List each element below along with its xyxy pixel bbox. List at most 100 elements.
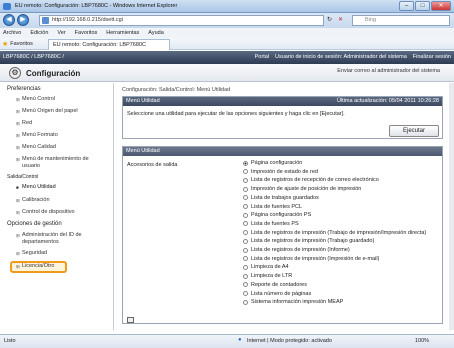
radio-icon[interactable]	[243, 186, 248, 192]
bullet-icon: ⊞	[16, 121, 20, 126]
panel-title: Menú Utilidad	[126, 98, 160, 104]
menu-edicion[interactable]: Edición	[30, 30, 48, 36]
radio-icon[interactable]	[243, 221, 248, 227]
back-button[interactable]: ◀	[3, 14, 15, 26]
bullet-icon: ⊞	[16, 264, 20, 269]
bullet-icon: ⊞	[16, 251, 20, 256]
options-title: Menú Utilidad	[126, 148, 160, 154]
radio-option[interactable]: Limpieza de LTR	[243, 273, 292, 279]
page-icon	[42, 17, 49, 24]
sidebar-item-calidad[interactable]: Menú Calidad	[22, 144, 56, 150]
bullet-icon: ⊞	[16, 145, 20, 150]
app-header: LBP7680C / LBP7680C / Portal Usuario de …	[0, 51, 454, 64]
window-controls: – □ ✕	[399, 1, 451, 11]
zoom-level[interactable]: 100%	[415, 338, 429, 344]
sidebar-item-control-dispositivo[interactable]: Control de dispositivo	[22, 209, 75, 215]
radio-option[interactable]: Lista número de páginas	[243, 291, 311, 297]
radio-option[interactable]: Reporte de contadores	[243, 282, 307, 288]
sidebar-item-id-departamentos[interactable]: Administración del ID de	[22, 232, 82, 238]
radio-option[interactable]: Lista de registros de impresión (Trabajo…	[243, 230, 426, 236]
radio-icon[interactable]	[243, 299, 248, 305]
sidebar-item-mantenimiento[interactable]: Menú de mantenimiento de	[22, 156, 89, 162]
radio-option[interactable]: Lista de fuentes PCL	[243, 204, 302, 210]
status-text: Listo	[4, 338, 16, 344]
sidebar-item-formato[interactable]: Menú Formato	[22, 132, 58, 138]
option-label: Lista de fuentes PCL	[251, 203, 303, 210]
sidebar-item-mantenimiento-2[interactable]: usuario	[22, 163, 40, 169]
mail-admin-link[interactable]: Enviar correo al administrador del siste…	[337, 68, 440, 74]
radio-icon[interactable]	[243, 264, 248, 270]
window-title: EU remoto: Configuración: LBP7680C - Win…	[15, 3, 178, 9]
radio-icon[interactable]	[243, 169, 248, 175]
menu-bar: Archivo Edición Ver Favoritos Herramient…	[0, 28, 454, 38]
radio-icon[interactable]	[243, 273, 248, 279]
menu-ver[interactable]: Ver	[57, 30, 65, 36]
sidebar-item-utilidad[interactable]: Menú Utilidad	[22, 184, 56, 190]
option-label: Lista de trabajos guardados	[251, 194, 319, 201]
favorites-label: Favoritos	[10, 41, 33, 47]
radio-option[interactable]: Lista de fuentes PS	[243, 221, 299, 227]
menu-favoritos[interactable]: Favoritos	[75, 30, 98, 36]
logout-link[interactable]: Finalizar sesión	[413, 54, 451, 60]
execute-button[interactable]: Ejecutar	[389, 125, 439, 137]
bullet-icon: ⊞	[16, 133, 20, 138]
radio-option[interactable]: Impresión de ajuste de posición de impre…	[243, 186, 361, 192]
radio-option[interactable]: Lista de registros de impresión (Informe…	[243, 247, 350, 253]
scroll-top-icon[interactable]	[127, 317, 134, 323]
minimize-button[interactable]: –	[399, 1, 414, 11]
status-bar: Listo ● Internet | Modo protegido: activ…	[0, 334, 454, 348]
menu-herramientas[interactable]: Herramientas	[106, 30, 139, 36]
radio-icon[interactable]	[243, 195, 248, 201]
scrollbar[interactable]	[449, 83, 454, 330]
sidebar-item-menu-control[interactable]: Menú Control	[22, 96, 55, 102]
refresh-icon[interactable]: ↻	[327, 16, 332, 23]
radio-option[interactable]: Impresión de estado de red	[243, 169, 318, 175]
forward-button[interactable]: ▶	[17, 14, 29, 26]
search-input[interactable]: Bing	[352, 15, 450, 26]
stop-icon[interactable]: ✕	[338, 16, 343, 23]
tab-label: EU remoto: Configuración: LBP7680C	[53, 42, 146, 48]
options-header: Menú Utilidad	[123, 147, 442, 156]
address-toolbar: ◀ ▶ http://192.168.0.215/dsett.cgi ↻ ✕ B…	[0, 13, 454, 28]
radio-icon[interactable]	[243, 230, 248, 236]
browser-tab[interactable]: EU remoto: Configuración: LBP7680C	[48, 39, 170, 50]
bullet-icon: ■	[16, 185, 19, 190]
sidebar-item-calibracion[interactable]: Calibración	[22, 197, 50, 203]
radio-option[interactable]: Lista de registros de recepción de corre…	[243, 177, 379, 183]
close-button[interactable]: ✕	[431, 1, 451, 11]
radio-icon[interactable]	[243, 238, 248, 244]
radio-icon[interactable]	[243, 291, 248, 296]
option-label: Limpieza de A4	[251, 264, 289, 271]
radio-option[interactable]: Limpieza de A4	[243, 264, 289, 270]
zone-text: Internet | Modo protegido: activado	[247, 338, 332, 344]
radio-icon[interactable]	[243, 282, 248, 288]
address-bar[interactable]: http://192.168.0.215/dsett.cgi	[39, 15, 324, 26]
sidebar-item-red[interactable]: Red	[22, 120, 32, 126]
favorites-button[interactable]: ★ Favoritos	[2, 40, 33, 48]
section-gestion: Opciones de gestión	[7, 221, 62, 227]
section-salida: Salida/Control	[7, 174, 39, 180]
radio-option[interactable]: Página configuración PS	[243, 212, 311, 218]
radio-icon[interactable]	[243, 204, 248, 209]
radio-icon[interactable]	[243, 177, 248, 183]
maximize-button[interactable]: □	[415, 1, 430, 11]
sidebar-item-origen-papel[interactable]: Menú Origen del papel	[22, 108, 78, 114]
radio-option[interactable]: Lista de registros de impresión (Trabajo…	[243, 238, 374, 244]
search-placeholder: Bing	[365, 17, 377, 23]
sidebar-item-licencia[interactable]: Licencia/Otro	[22, 263, 54, 269]
radio-option[interactable]: Lista de registros de impresión (Impresi…	[243, 256, 379, 262]
menu-ayuda[interactable]: Ayuda	[148, 30, 164, 36]
bullet-icon: ⊞	[16, 198, 20, 203]
radio-icon[interactable]	[243, 160, 248, 166]
radio-icon[interactable]	[243, 247, 248, 253]
portal-link[interactable]: Portal	[255, 54, 269, 60]
radio-option[interactable]: Sistema información impresión MEAP	[243, 299, 343, 305]
radio-icon[interactable]	[243, 256, 248, 262]
radio-option[interactable]: Lista de trabajos guardados	[243, 195, 319, 201]
instruction-text: Seleccione una utilidad para ejecutar de…	[127, 111, 345, 117]
radio-option[interactable]: Página configuración	[243, 160, 302, 166]
sidebar-item-id-departamentos-2[interactable]: departamentos	[22, 239, 59, 245]
radio-icon[interactable]	[243, 212, 248, 218]
sidebar-item-seguridad[interactable]: Seguridad	[22, 250, 47, 256]
menu-archivo[interactable]: Archivo	[3, 30, 21, 36]
